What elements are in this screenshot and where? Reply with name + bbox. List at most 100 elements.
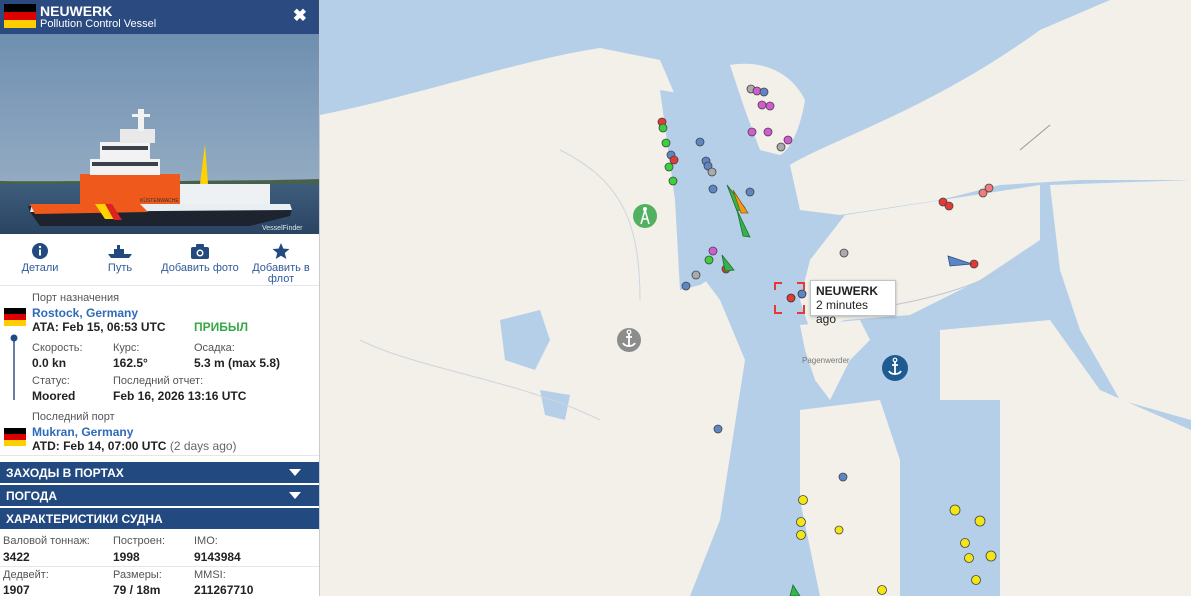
course-label: Курс: — [113, 342, 140, 354]
details-button[interactable]: Детали — [12, 242, 68, 274]
draught-label: Осадка: — [194, 342, 235, 354]
track-label: Путь — [107, 262, 133, 274]
vessel-marker — [707, 167, 717, 177]
vessel-marker — [745, 187, 755, 197]
year-built-value: 1998 — [113, 550, 140, 564]
radio-tower-icon — [633, 204, 657, 228]
vessel-marker — [664, 162, 674, 172]
dimensions-value: 79 / 18m — [113, 583, 161, 596]
mmsi-label: MMSI: — [194, 569, 226, 581]
gross-tonnage-value: 3422 — [3, 550, 30, 564]
imo-label: IMO: — [194, 535, 218, 547]
course-value: 162.5° — [113, 356, 148, 370]
vessel-marker — [796, 530, 806, 540]
vessel-particulars-label: ХАРАКТЕРИСТИКИ СУДНА — [6, 512, 163, 526]
vessel-marker — [658, 123, 668, 133]
port-calls-label: ЗАХОДЫ В ПОРТАХ — [6, 466, 124, 480]
gross-tonnage-label: Валовой тоннаж: — [3, 535, 90, 547]
vessel-marker — [695, 137, 705, 147]
map-place-label: Pagenwerder — [802, 356, 850, 365]
vessel-marker — [838, 472, 848, 482]
last-port-link[interactable]: Mukran, Germany — [32, 425, 133, 439]
germany-flag-icon — [4, 428, 26, 446]
vessel-marker — [765, 101, 775, 111]
port-calls-section-header[interactable]: ЗАХОДЫ В ПОРТАХ — [0, 462, 319, 483]
star-icon — [272, 243, 290, 259]
vessel-marker — [839, 248, 849, 258]
germany-flag-icon — [4, 308, 26, 326]
vessel-marker — [971, 575, 981, 585]
speed-label: Скорость: — [32, 342, 83, 354]
close-icon[interactable]: ✖ — [293, 6, 307, 26]
vessel-marker — [713, 424, 723, 434]
vessel-marker — [978, 188, 988, 198]
vessel-marker — [708, 246, 718, 256]
year-built-label: Построен: — [113, 535, 166, 547]
vessel-marker — [704, 255, 714, 265]
vessel-marker — [708, 184, 718, 194]
vessel-marker — [668, 176, 678, 186]
vessel-marker — [757, 100, 767, 110]
vessel-name: NEUWERK — [40, 3, 113, 19]
vessel-popup[interactable]: NEUWERK 2 minutes ago — [810, 280, 896, 326]
destination-port-link[interactable]: Rostock, Germany — [32, 306, 138, 320]
weather-section-header[interactable]: ПОГОДА — [0, 485, 319, 506]
vessel-marker — [949, 504, 961, 516]
vessel-arrow — [736, 209, 751, 238]
vessel-markers-layer[interactable] — [320, 0, 1191, 596]
hull-text: KÜSTENWACHE — [140, 197, 179, 204]
vessel-marker — [960, 538, 970, 548]
deadweight-label: Дедвейт: — [3, 569, 49, 581]
vessel-marker — [877, 585, 887, 595]
details-label: Детали — [21, 262, 59, 274]
photo-watermark: VesselFinder — [262, 225, 303, 232]
vessel-marker — [964, 553, 974, 563]
vessel-marker — [661, 138, 671, 148]
mmsi-value: 211267710 — [194, 583, 254, 596]
dimensions-label: Размеры: — [113, 569, 162, 581]
arrived-status-badge: ПРИБЫЛ — [194, 320, 249, 334]
imo-value: 9143984 — [194, 550, 241, 564]
anchorage-icon-grey — [617, 328, 641, 352]
germany-flag-icon — [4, 4, 36, 28]
action-bar: Детали Путь Добавить фото Добавить в фло… — [0, 234, 319, 286]
vessel-marker — [974, 515, 986, 527]
add-photo-button[interactable]: Добавить фото — [160, 242, 240, 274]
vessel-marker — [691, 270, 701, 280]
vessel-particulars-section-header[interactable]: ХАРАКТЕРИСТИКИ СУДНА — [0, 508, 319, 529]
last-port-atd: ATD: Feb 14, 07:00 UTC — [32, 439, 167, 453]
add-to-fleet-label: Добавить в флот — [252, 262, 310, 285]
vessel-header: NEUWERK Pollution Control Vessel ✖ — [0, 0, 319, 34]
status-value: Moored — [32, 389, 76, 403]
last-port-atd-row: ATD: Feb 14, 07:00 UTC (2 days ago) — [32, 439, 237, 453]
add-to-fleet-button[interactable]: Добавить в флот — [248, 242, 314, 285]
vessel-marker — [798, 495, 808, 505]
track-button[interactable]: Путь — [92, 242, 148, 274]
vessel-info-panel: NEUWERK Pollution Control Vessel ✖ KÜSTE… — [0, 0, 320, 596]
destination-ata: ATA: Feb 15, 06:53 UTC — [32, 320, 166, 334]
vessel-marker — [763, 127, 773, 137]
voyage-section: Порт назначения Rostock, Germany ATA: Fe… — [0, 286, 319, 456]
vessel-marker — [985, 550, 997, 562]
map-view[interactable]: Pagenwerder NEUWERK 2 minutes ago — [320, 0, 1191, 596]
status-label: Статус: — [32, 375, 70, 387]
vessel-arrow — [947, 255, 973, 267]
vessel-marker — [783, 135, 793, 145]
popup-title: NEUWERK — [816, 284, 878, 298]
add-photo-label: Добавить фото — [161, 262, 239, 274]
vessel-arrow — [789, 584, 801, 596]
vessel-marker — [747, 127, 757, 137]
vessel-marker — [669, 155, 679, 165]
ship-track-icon — [108, 245, 132, 258]
vessel-type: Pollution Control Vessel — [40, 18, 157, 30]
info-icon — [32, 243, 48, 259]
last-report-value: Feb 16, 2026 13:16 UTC — [113, 389, 247, 403]
last-report-label: Последний отчет: — [113, 375, 204, 387]
speed-value: 0.0 kn — [32, 356, 67, 370]
anchorage-icon-blue — [882, 355, 908, 381]
weather-label: ПОГОДА — [6, 489, 57, 503]
destination-caption: Порт назначения — [32, 292, 120, 304]
vessel-photo[interactable]: KÜSTENWACHE VesselFinder — [0, 34, 319, 234]
draught-value: 5.3 m (max 5.8) — [194, 356, 281, 370]
popup-subtitle: 2 minutes ago — [816, 298, 869, 326]
